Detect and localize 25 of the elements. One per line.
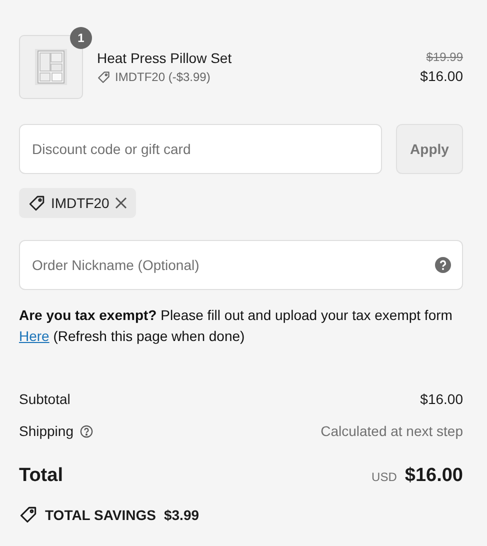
discount-code-field[interactable]: Discount code or gift card	[19, 124, 382, 174]
savings-amount: $3.99	[164, 507, 200, 523]
nickname-field[interactable]: Order Nickname (Optional)	[19, 240, 463, 290]
original-price: $19.99	[426, 50, 463, 64]
summary-label: Subtotal	[19, 391, 70, 407]
savings-label: TOTAL SAVINGS	[45, 507, 156, 523]
quantity-badge: 1	[70, 27, 92, 49]
help-icon[interactable]	[80, 424, 92, 438]
help-icon[interactable]	[435, 257, 451, 273]
total-amount: $16.00	[404, 465, 463, 487]
tag-icon	[28, 194, 45, 212]
summary-value: $16.00	[420, 391, 463, 407]
discount-label: IMDTF20 (-$3.99)	[115, 70, 210, 84]
price: $16.00	[420, 68, 463, 84]
summary-label: Shipping	[19, 423, 74, 439]
tag-icon	[19, 506, 37, 524]
currency-code: USD	[372, 470, 397, 484]
product-name: Heat Press Pillow Set	[97, 50, 233, 66]
summary-value: Calculated at next step	[320, 423, 463, 439]
tax-exempt-note: Are you tax exempt? Please fill out and upload your tax exempt form Here (Refresh this page when done)	[19, 306, 454, 346]
tag-icon	[97, 70, 110, 84]
discount-code: IMDTF20	[51, 195, 110, 211]
close-icon[interactable]	[115, 197, 128, 209]
here-link[interactable]: Here	[19, 328, 50, 344]
total-label: Total	[19, 465, 63, 487]
